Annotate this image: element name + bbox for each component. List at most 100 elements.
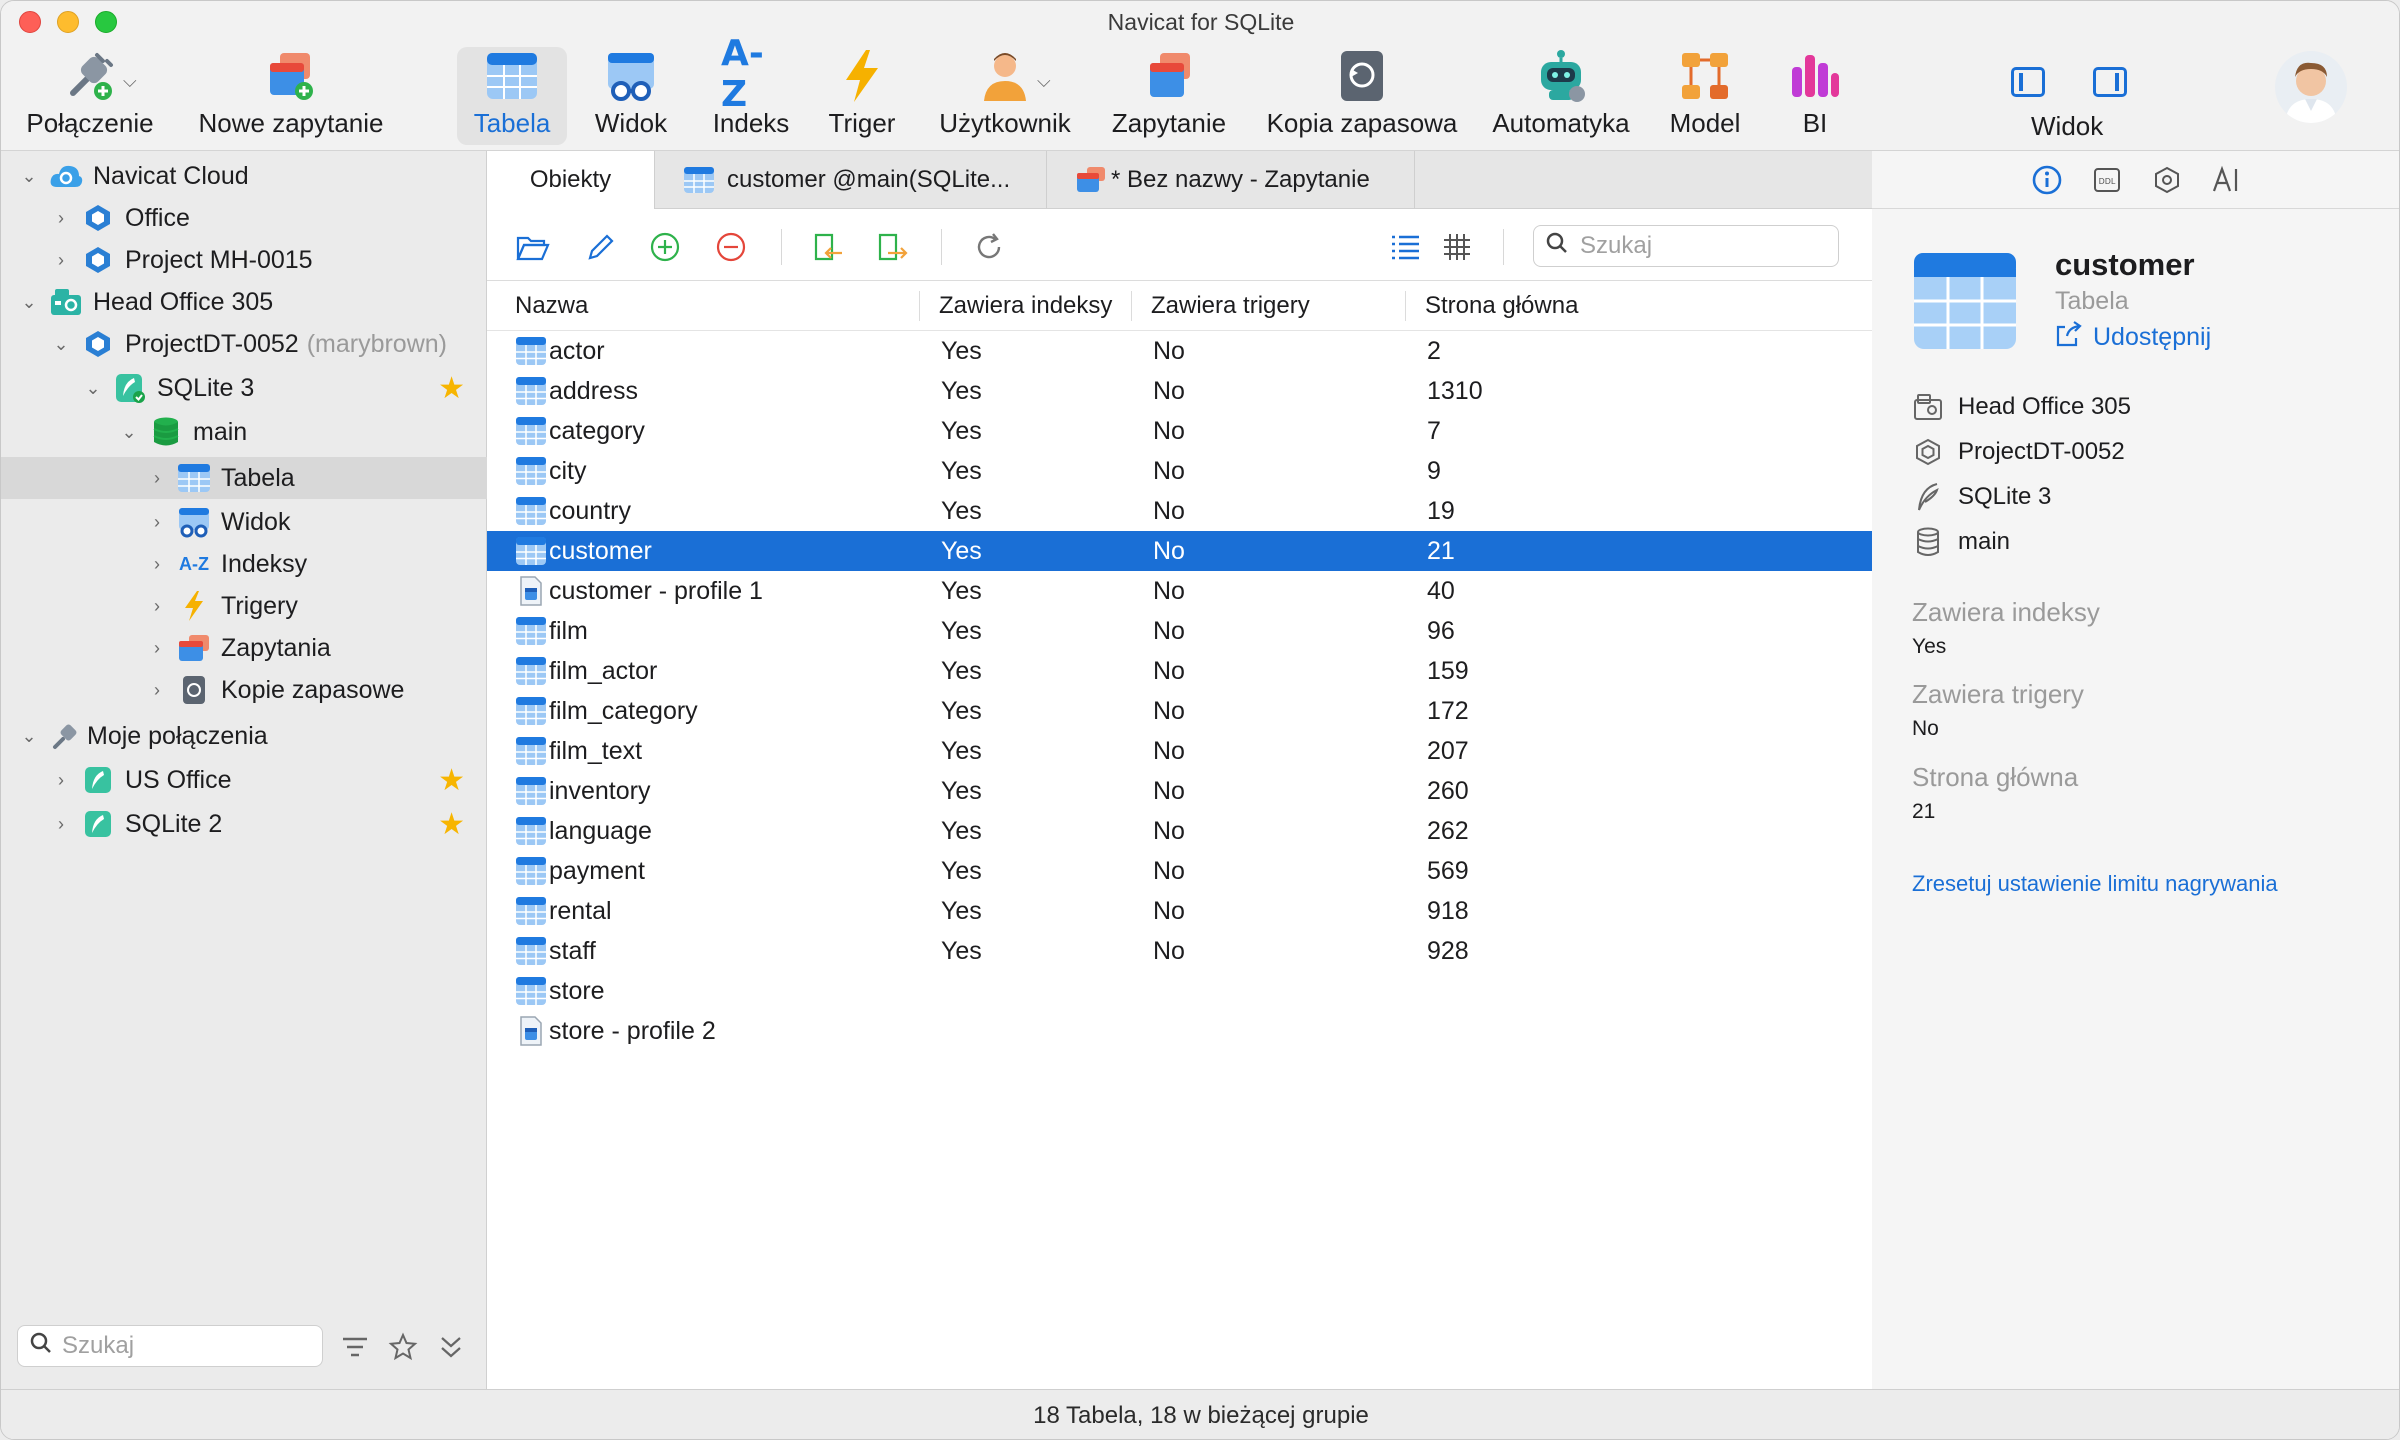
sidebar-search-input[interactable]: Szukaj — [17, 1325, 323, 1367]
tree-item-my-connections[interactable]: ⌄ Moje połączenia — [1, 715, 487, 757]
tree-item-backups[interactable]: › Kopie zapasowe — [1, 669, 487, 711]
user-button[interactable]: Użytkownik — [931, 47, 1079, 145]
export-icon[interactable] — [875, 229, 911, 265]
column-header-root-page[interactable]: Strona główna — [1413, 281, 1713, 331]
column-header-has-triggers[interactable]: Zawiera trigery — [1139, 281, 1409, 331]
table-row[interactable]: inventory Yes No 260 — [487, 771, 1872, 811]
tab-customer-table[interactable]: customer @main(SQLite... — [655, 151, 1047, 209]
chevron-right-icon[interactable]: › — [51, 814, 71, 835]
tree-item-views[interactable]: › Widok — [1, 501, 487, 543]
tree-item-triggers[interactable]: › Trigery — [1, 585, 487, 627]
chevron-down-icon[interactable]: ⌄ — [119, 422, 139, 443]
tree-item-navicat-cloud[interactable]: ⌄ Navicat Cloud — [1, 155, 487, 197]
tree-item-projectdt[interactable]: ⌄ ProjectDT-0052 (marybrown) — [1, 323, 487, 365]
tree-item-sqlite2[interactable]: › SQLite 2 ★ — [1, 803, 487, 845]
list-view-icon[interactable] — [1387, 229, 1423, 265]
backup-button[interactable]: Kopia zapasowa — [1263, 47, 1461, 145]
table-row[interactable]: address Yes No 1310 — [487, 371, 1872, 411]
info-icon[interactable] — [2030, 163, 2064, 197]
cell-name: country — [549, 496, 631, 525]
table-row[interactable]: city Yes No 9 — [487, 451, 1872, 491]
chevron-right-icon[interactable]: › — [147, 554, 167, 575]
chevron-right-icon[interactable]: › — [147, 512, 167, 533]
chevron-right-icon[interactable]: › — [51, 250, 71, 271]
table-row[interactable]: rental Yes No 918 — [487, 891, 1872, 931]
table-row[interactable]: film Yes No 96 — [487, 611, 1872, 651]
chevron-down-icon[interactable]: ⌄ — [83, 378, 103, 399]
table-row[interactable]: language Yes No 262 — [487, 811, 1872, 851]
chevron-down-icon[interactable]: ⌄ — [19, 726, 39, 747]
reset-recording-limit-link[interactable]: Zresetuj ustawienie limitu nagrywania — [1912, 871, 2278, 897]
trigger-button[interactable]: Triger — [817, 47, 907, 145]
automation-button[interactable]: Automatyka — [1489, 47, 1633, 145]
table-button[interactable]: Tabela — [457, 47, 567, 145]
table-row[interactable]: category Yes No 7 — [487, 411, 1872, 451]
remove-circle-icon[interactable] — [713, 229, 749, 265]
bi-button[interactable]: BI — [1773, 47, 1857, 145]
tree-item-office[interactable]: › Office — [1, 197, 487, 239]
column-header-has-indexes[interactable]: Zawiera indeksy — [927, 281, 1137, 331]
open-folder-icon[interactable] — [515, 229, 551, 265]
chevron-right-icon[interactable]: › — [51, 208, 71, 229]
table-row[interactable]: store - profile 2 — [487, 1011, 1872, 1051]
table-row[interactable]: staff Yes No 928 — [487, 931, 1872, 971]
table-row[interactable]: store — [487, 971, 1872, 1011]
tab-untitled-query[interactable]: * Bez nazwy - Zapytanie — [1047, 151, 1415, 209]
objects-search-input[interactable]: Szukaj — [1533, 225, 1839, 267]
star-icon[interactable]: ★ — [438, 371, 465, 406]
tree-item-sqlite3[interactable]: ⌄ SQLite 3 ★ — [1, 367, 487, 409]
sidebar-toggle-left-icon[interactable] — [2011, 67, 2045, 97]
collapse-icon[interactable] — [435, 1331, 467, 1363]
tree-item-indexes[interactable]: › A-Z Indeksy — [1, 543, 487, 585]
chevron-right-icon[interactable]: › — [147, 638, 167, 659]
view-button[interactable]: Widok — [581, 47, 681, 145]
grid-view-icon[interactable] — [1439, 229, 1475, 265]
table-row[interactable]: actor Yes No 2 — [487, 331, 1872, 371]
model-button[interactable]: Model — [1657, 47, 1753, 145]
star-outline-icon[interactable] — [387, 1331, 419, 1363]
share-button[interactable]: Udostępnij — [2055, 321, 2211, 354]
connection-button[interactable]: Połączenie — [15, 47, 165, 145]
index-button[interactable]: A-Z Indeks — [699, 33, 803, 145]
tree-item-tables[interactable]: › Tabela — [1, 457, 487, 499]
chevron-down-icon[interactable]: ⌵ — [123, 71, 137, 92]
table-row[interactable]: film_actor Yes No 159 — [487, 651, 1872, 691]
table-row[interactable]: customer - profile 1 Yes No 40 — [487, 571, 1872, 611]
tree-item-main[interactable]: ⌄ main — [1, 411, 487, 453]
chevron-down-icon[interactable]: ⌵ — [1037, 71, 1051, 92]
table-row[interactable]: payment Yes No 569 — [487, 851, 1872, 891]
avatar[interactable] — [2275, 51, 2347, 123]
tab-objects[interactable]: Obiekty — [487, 151, 655, 209]
filter-icon[interactable] — [339, 1331, 371, 1363]
chevron-down-icon[interactable]: ⌄ — [19, 166, 39, 187]
chevron-down-icon[interactable]: ⌄ — [19, 292, 39, 313]
chevron-right-icon[interactable]: › — [147, 680, 167, 701]
chevron-right-icon[interactable]: › — [147, 468, 167, 489]
chevron-down-icon[interactable]: ⌄ — [51, 334, 71, 355]
star-icon[interactable]: ★ — [438, 807, 465, 842]
tree-item-us-office[interactable]: › US Office ★ — [1, 759, 487, 801]
sidebar-toggle-right-icon[interactable] — [2093, 67, 2127, 97]
column-header-name[interactable]: Nazwa — [503, 281, 903, 331]
tree-item-head-office[interactable]: ⌄ Head Office 305 — [1, 281, 487, 323]
add-circle-icon[interactable] — [647, 229, 683, 265]
refresh-icon[interactable] — [971, 229, 1007, 265]
ddl-icon[interactable]: DDL — [2090, 163, 2124, 197]
table-row[interactable]: film_category Yes No 172 — [487, 691, 1872, 731]
table-row[interactable]: customer Yes No 21 — [487, 531, 1872, 571]
table-row[interactable]: film_text Yes No 207 — [487, 731, 1872, 771]
import-icon[interactable] — [811, 229, 847, 265]
ai-icon[interactable] — [2210, 163, 2244, 197]
tree-item-project-mh[interactable]: › Project MH-0015 — [1, 239, 487, 281]
table-row[interactable]: country Yes No 19 — [487, 491, 1872, 531]
hexagon-icon[interactable] — [2150, 163, 2184, 197]
chevron-right-icon[interactable]: › — [147, 596, 167, 617]
tree-item-queries[interactable]: › Zapytania — [1, 627, 487, 669]
new-query-button[interactable]: Nowe zapytanie — [191, 47, 391, 145]
star-icon[interactable]: ★ — [438, 763, 465, 798]
edit-pencil-icon[interactable] — [583, 229, 619, 265]
cell-name: address — [549, 376, 638, 405]
chevron-right-icon[interactable]: › — [51, 770, 71, 791]
cell-name: customer - profile 1 — [549, 576, 763, 605]
query-button[interactable]: Zapytanie — [1105, 47, 1233, 145]
